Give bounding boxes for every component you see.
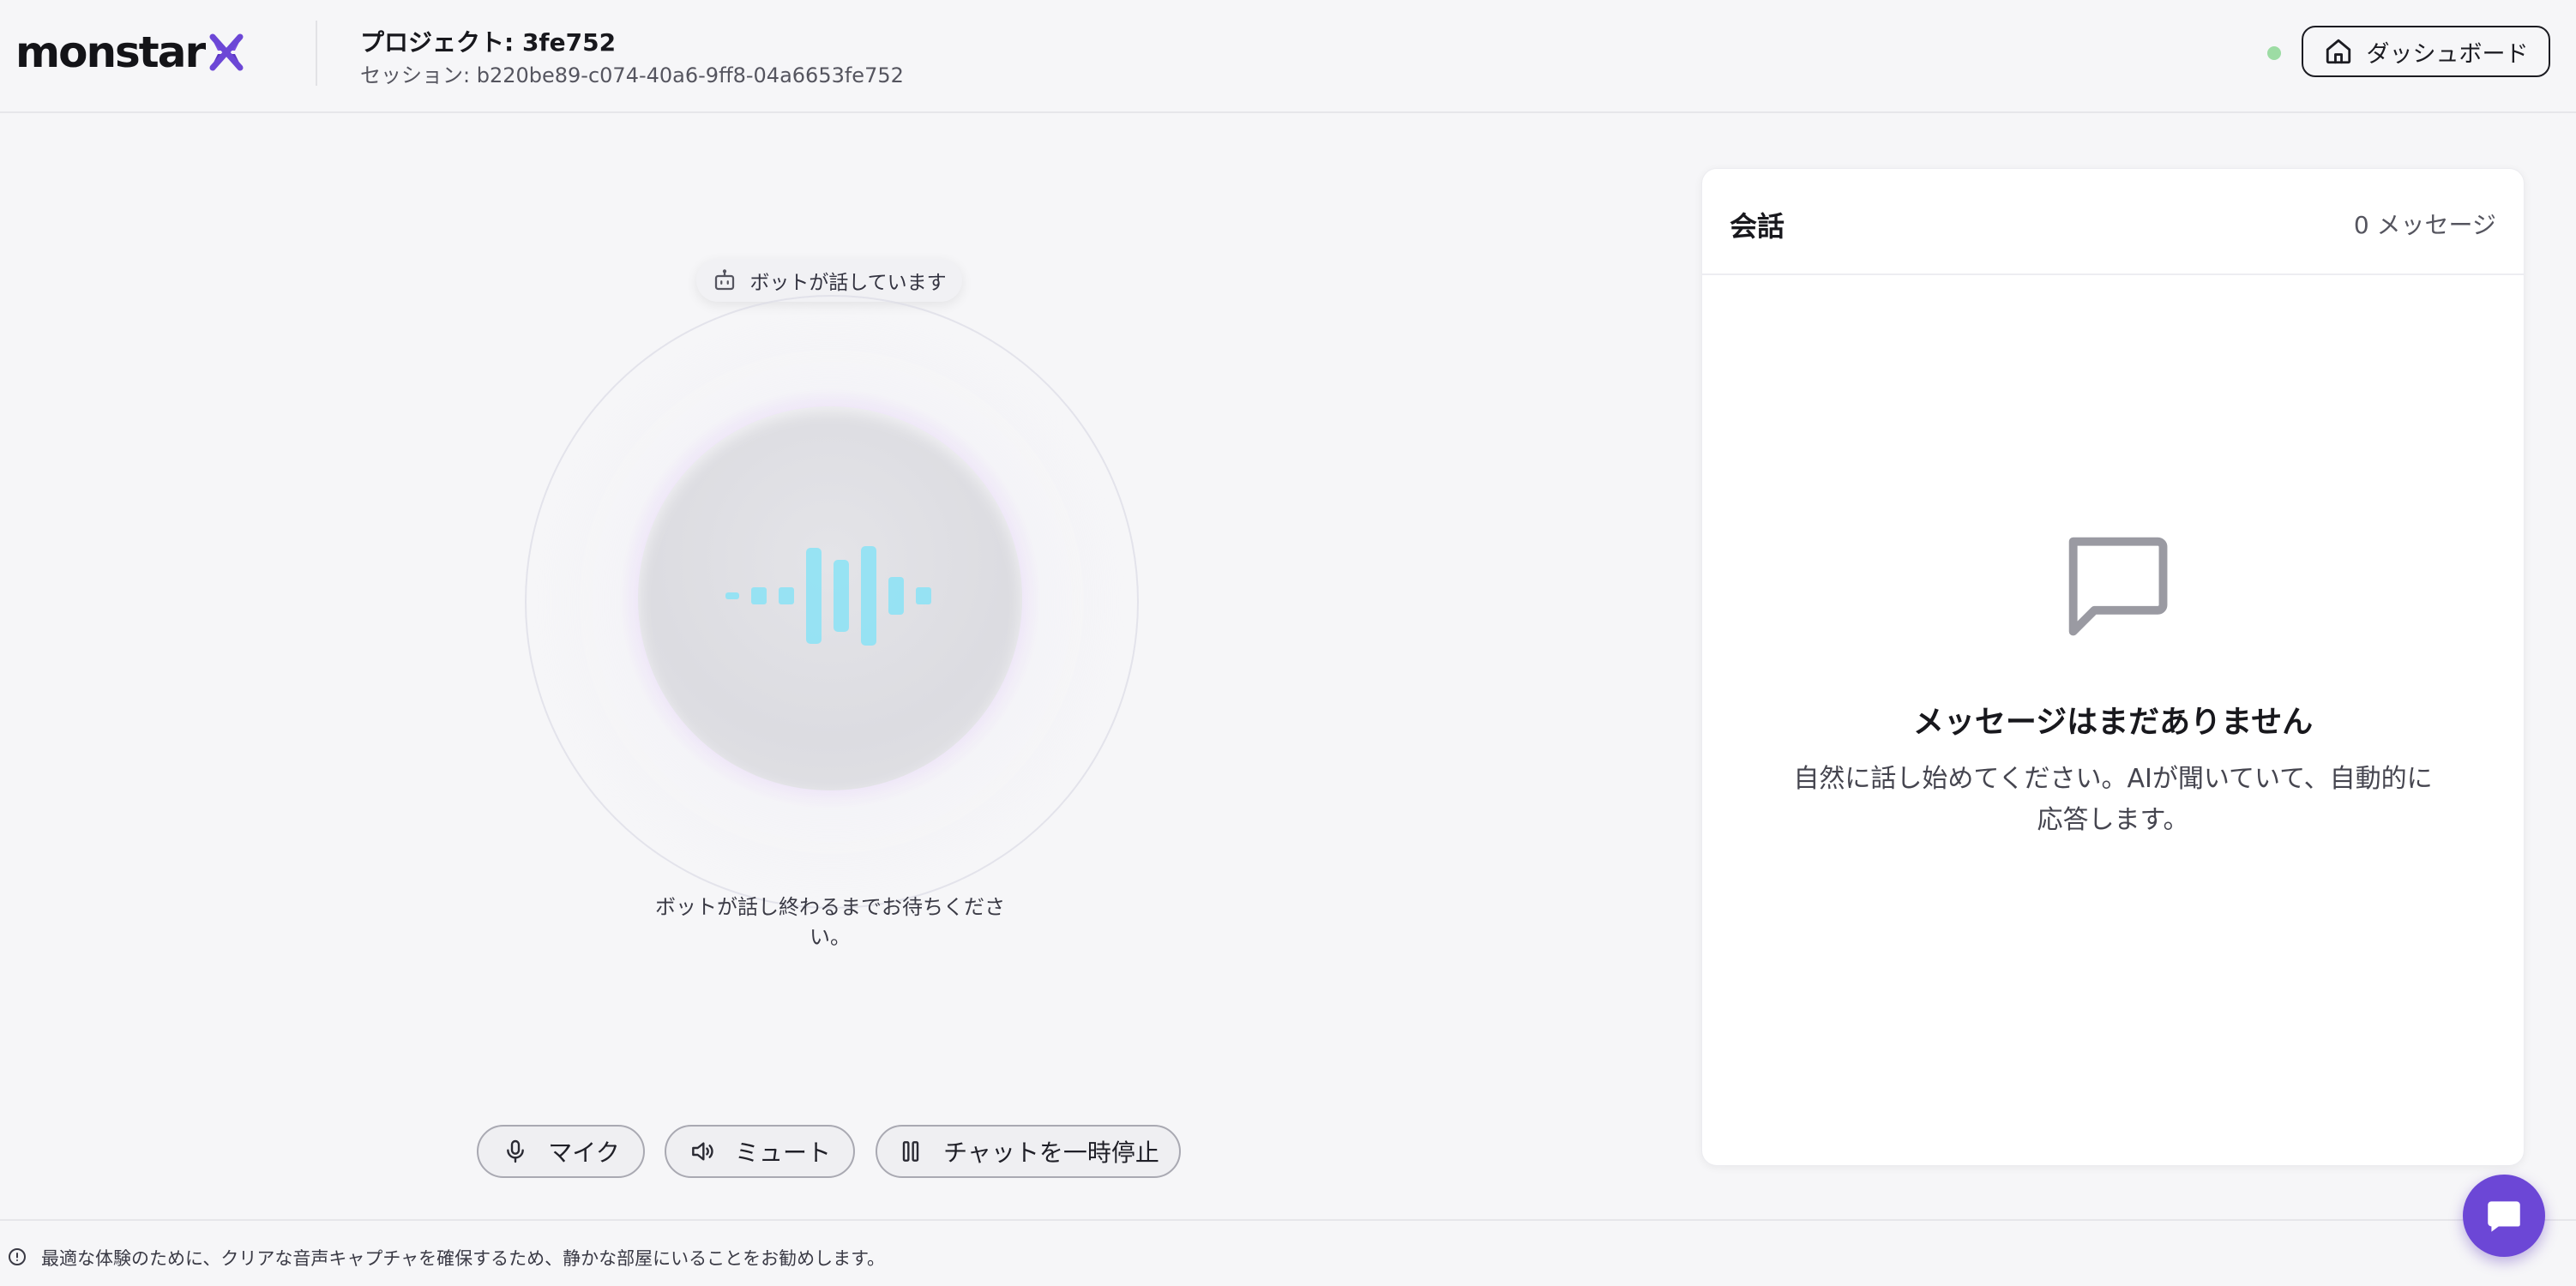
wait-message: ボットが話し終わるまでお待ちください。 — [655, 895, 1005, 949]
conversation-title: 会話 — [1730, 210, 1785, 243]
mic-button-label: マイク — [548, 1139, 620, 1167]
empty-state-title: メッセージはまだありません — [1912, 705, 2314, 740]
footer-notice-text: 最適な体験のために、クリアな音声キャプチャを確保するため、静かな部屋にいることを… — [41, 1248, 886, 1269]
chat-icon — [2488, 1201, 2520, 1232]
dashboard-button-label: ダッシュボード — [2366, 40, 2529, 68]
audio-waveform-icon — [725, 546, 931, 646]
bot-icon — [715, 269, 735, 291]
mic-button[interactable]: マイク — [477, 1125, 645, 1178]
footer-notice-bar: 最適な体験のために、クリアな音声キャプチャを確保するため、静かな部屋にいることを… — [0, 1219, 2576, 1286]
logo-x-mark-icon — [209, 33, 244, 71]
session-id: セッション: b220be89-c074-40a6-9ff8-04a6653fe… — [360, 63, 904, 87]
dashboard-button[interactable]: ダッシュボード — [2302, 26, 2550, 77]
empty-state-description: 自然に話し始めてください。AIが聞いていて、自動的に応答します。 — [1793, 764, 2433, 835]
mute-button[interactable]: ミュート — [665, 1125, 855, 1178]
logo-text: monstar — [15, 27, 206, 77]
home-icon — [2326, 39, 2350, 64]
app-header: monstar プロジェクト: 3fe752 セッション: b220be89-c… — [0, 0, 2576, 113]
message-count: 0 メッセージ — [2353, 211, 2496, 239]
pause-icon — [902, 1141, 919, 1162]
speaker-icon — [692, 1142, 713, 1161]
conversation-header: 会話 0 メッセージ — [1702, 169, 2524, 275]
microphone-icon — [507, 1139, 525, 1163]
bot-speaking-label: ボットが話しています — [749, 272, 947, 294]
chat-bubble-icon — [2068, 537, 2168, 636]
pause-chat-button[interactable]: チャットを一時停止 — [876, 1125, 1181, 1178]
pause-chat-button-label: チャットを一時停止 — [943, 1139, 1159, 1167]
monstarx-logo[interactable]: monstar — [15, 22, 247, 82]
chat-launcher-button[interactable] — [2463, 1175, 2545, 1257]
connection-status-dot — [2267, 46, 2281, 60]
header-divider — [316, 21, 317, 86]
info-icon — [9, 1248, 26, 1265]
project-title: プロジェクト: 3fe752 — [360, 28, 617, 57]
mute-button-label: ミュート — [734, 1139, 831, 1167]
conversation-panel: 会話 0 メッセージ メッセージはまだありません 自然に話し始めてください。AI… — [1701, 168, 2525, 1166]
